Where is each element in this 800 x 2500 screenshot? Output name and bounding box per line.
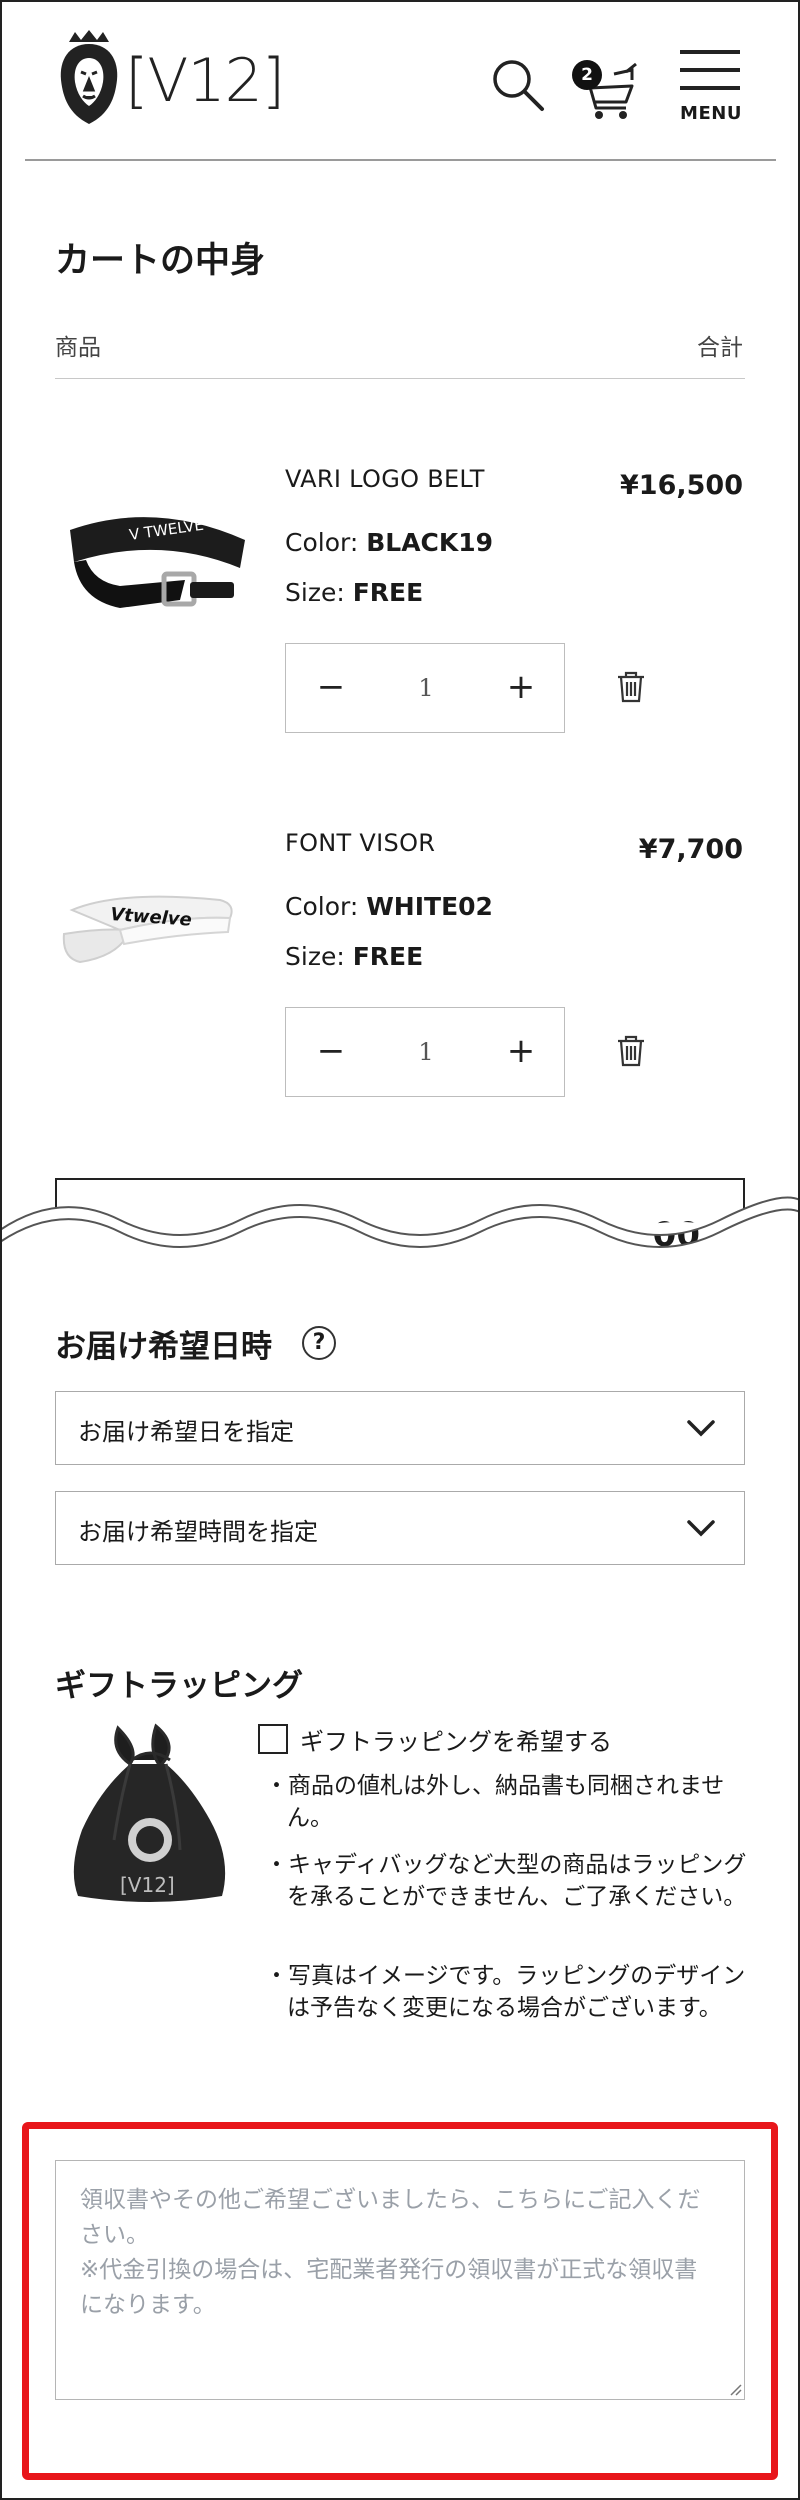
product-name[interactable]: FONT VISOR — [285, 829, 435, 857]
help-icon[interactable]: ? — [302, 1326, 336, 1360]
product-size: Size: FREE — [285, 578, 423, 607]
decrease-quantity-button[interactable]: − — [286, 1008, 376, 1096]
menu-icon-bar — [680, 86, 740, 90]
quantity-stepper: − 1 + — [285, 643, 565, 733]
color-value: BLACK19 — [366, 528, 494, 557]
delivery-date-select[interactable]: お届け希望日を指定 — [55, 1391, 745, 1465]
product-size: Size: FREE — [285, 942, 423, 971]
lion-icon — [60, 30, 118, 124]
menu-label: MENU — [680, 103, 742, 124]
quantity-value[interactable]: 1 — [376, 1008, 476, 1096]
chevron-down-icon — [687, 1420, 715, 1437]
cart-title: カートの中身 — [55, 241, 266, 281]
delivery-title: お届け希望日時 — [55, 1329, 272, 1365]
quantity-stepper: − 1 + — [285, 1007, 565, 1097]
increase-quantity-button[interactable]: + — [476, 1008, 566, 1096]
product-image-belt[interactable]: V TWELVE — [60, 490, 250, 630]
size-value: FREE — [352, 578, 424, 607]
product-price: ¥7,700 — [638, 834, 743, 865]
product-color: Color: WHITE02 — [285, 892, 493, 921]
bag-logo-text: [V12] — [120, 1873, 175, 1897]
trash-icon — [618, 671, 644, 703]
resize-handle-icon[interactable] — [728, 2382, 742, 2396]
header-divider — [25, 159, 776, 161]
wave-divider — [0, 1196, 800, 1290]
product-image-visor[interactable]: Vtwelve — [60, 870, 250, 980]
size-label: Size: — [285, 578, 345, 607]
cart-count-badge: 2 — [572, 60, 602, 90]
size-label: Size: — [285, 942, 345, 971]
increase-quantity-button[interactable]: + — [476, 644, 566, 732]
remove-item-button[interactable] — [616, 1034, 646, 1068]
column-product: 商品 — [55, 335, 101, 361]
quantity-value[interactable]: 1 — [376, 644, 476, 732]
menu-button[interactable]: MENU — [678, 48, 744, 128]
decrease-quantity-button[interactable]: − — [286, 644, 376, 732]
search-button[interactable] — [490, 55, 546, 115]
search-icon — [493, 60, 544, 111]
product-color: Color: BLACK19 — [285, 528, 493, 557]
product-price: ¥16,500 — [620, 470, 743, 501]
delivery-time-select[interactable]: お届け希望時間を指定 — [55, 1491, 745, 1565]
gift-wrap-checkbox-label[interactable]: ギフトラッピングを希望する — [300, 1722, 612, 1757]
gift-note: ・キャディバッグなど大型の商品はラッピングを承ることができません、ご了承ください… — [265, 1852, 747, 1910]
cart-button[interactable]: 2 — [570, 52, 640, 122]
column-total: 合計 — [697, 335, 743, 361]
gift-title: ギフトラッピング — [55, 1668, 303, 1704]
size-value: FREE — [352, 942, 424, 971]
color-value: WHITE02 — [366, 892, 493, 921]
site-logo[interactable]: [V12] — [55, 28, 285, 128]
trash-icon — [618, 1035, 644, 1067]
delivery-time-value: お届け希望時間を指定 — [78, 1518, 318, 1546]
gift-bag-icon: [V12] — [73, 1723, 226, 1902]
product-name[interactable]: VARI LOGO BELT — [285, 465, 485, 493]
color-label: Color: — [285, 528, 359, 557]
delivery-date-value: お届け希望日を指定 — [78, 1418, 294, 1446]
belt-image: V TWELVE — [70, 516, 245, 608]
chevron-down-icon — [687, 1520, 715, 1537]
remarks-textarea[interactable] — [55, 2160, 745, 2400]
menu-icon — [680, 50, 740, 54]
color-label: Color: — [285, 892, 359, 921]
column-divider — [55, 378, 745, 379]
menu-icon-bar — [680, 68, 740, 72]
visor-image: Vtwelve — [62, 895, 233, 964]
gift-note: ・写真はイメージです。ラッピングのデザインは予告なく変更になる場合がございます。 — [265, 1963, 746, 2021]
remove-item-button[interactable] — [616, 670, 646, 704]
gift-wrap-checkbox[interactable] — [258, 1724, 288, 1754]
gift-bag-image: [V12] — [60, 1720, 240, 1910]
gift-note: ・商品の値札は外し、納品書も同梱されません。 — [265, 1773, 725, 1831]
logo-wordmark: [V12] — [125, 46, 285, 116]
